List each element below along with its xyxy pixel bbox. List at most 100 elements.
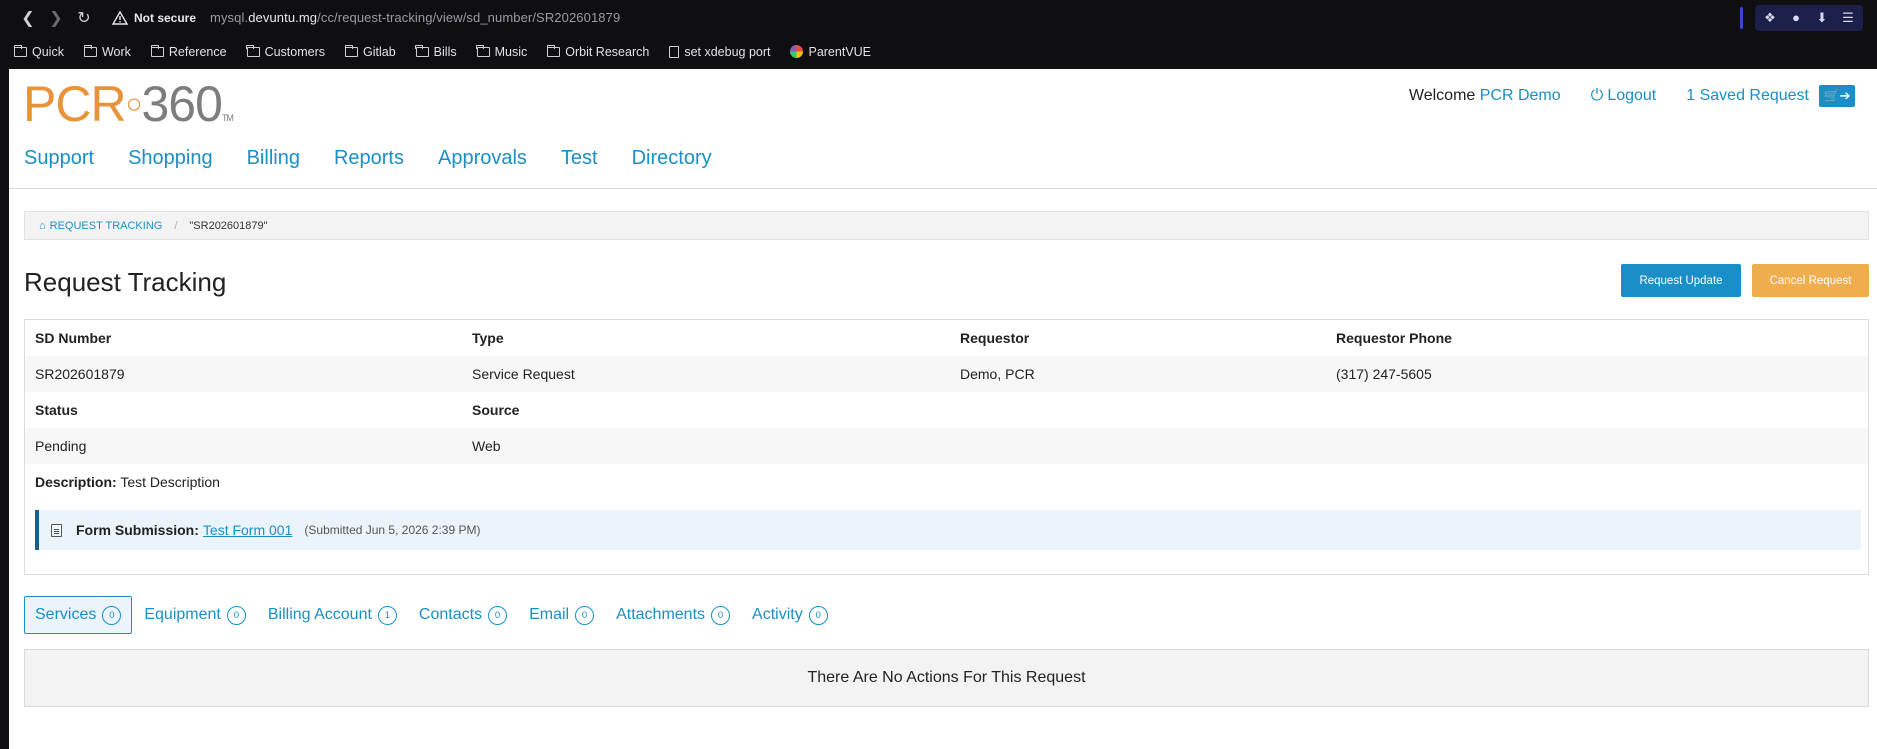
actions-panel: There Are No Actions For This Request bbox=[24, 649, 1869, 707]
nav-reports[interactable]: Reports bbox=[334, 147, 404, 170]
saved-request-link[interactable]: 1 Saved Request bbox=[1686, 87, 1809, 105]
value-type: Service Request bbox=[472, 366, 575, 382]
bookmark-label: Bills bbox=[433, 44, 457, 59]
url-path: /cc/request-tracking/view/sd_number/SR20… bbox=[317, 10, 621, 25]
count-badge: 0 bbox=[711, 605, 731, 625]
tab-label: Email bbox=[529, 606, 570, 623]
back-button[interactable]: ❮ bbox=[14, 4, 42, 32]
bookmark-parentvue[interactable]: ParentVUE bbox=[790, 45, 871, 59]
count-badge: 0 bbox=[808, 605, 828, 625]
folder-icon bbox=[476, 44, 490, 57]
count-badge: 1 bbox=[377, 605, 397, 625]
tab-billing-account[interactable]: Billing Account 1 bbox=[258, 596, 407, 634]
profile-icon[interactable]: ● bbox=[1785, 7, 1807, 29]
description-text: Description: Test Description bbox=[35, 474, 220, 490]
bookmark-work[interactable]: Work bbox=[83, 44, 131, 59]
nav-test[interactable]: Test bbox=[561, 147, 598, 170]
browser-toolbar: ❮ ❯ ↻ Not secure mysql.devuntu.mg/cc/req… bbox=[0, 0, 1877, 35]
nav-directory[interactable]: Directory bbox=[632, 147, 712, 170]
tab-label: Billing Account bbox=[267, 606, 372, 623]
request-tabs: Services 0 Equipment 0 Billing Account 1 Co… bbox=[24, 596, 840, 634]
nav-support[interactable]: Support bbox=[24, 147, 94, 170]
folder-icon bbox=[546, 44, 561, 57]
tab-attachments[interactable]: Attachments 0 bbox=[606, 596, 740, 634]
bookmark-bills[interactable]: Bills bbox=[415, 44, 457, 59]
title-row: Request Tracking Request Update Cancel R… bbox=[24, 264, 1869, 304]
description-value: Test Description bbox=[120, 474, 220, 490]
label-requestor-phone: Requestor Phone bbox=[1336, 330, 1452, 346]
home-icon: ⌂ bbox=[39, 219, 46, 232]
welcome-text: Welcome PCR Demo bbox=[1409, 87, 1561, 105]
logo-number: 360 bbox=[141, 76, 223, 132]
tab-label: Services bbox=[35, 606, 97, 623]
form-link[interactable]: Test Form 001 bbox=[203, 522, 292, 538]
bookmark-orbit-research[interactable]: Orbit Research bbox=[546, 44, 650, 59]
count-badge: 0 bbox=[488, 605, 508, 625]
tab-contacts[interactable]: Contacts 0 bbox=[409, 596, 517, 634]
bookmark-set-xdebug-port[interactable]: set xdebug port bbox=[669, 45, 770, 59]
logo-dot-icon: ○ bbox=[125, 88, 143, 119]
breadcrumb-request-tracking[interactable]: ⌂ REQUEST TRACKING bbox=[39, 220, 162, 232]
count-badge: 0 bbox=[226, 605, 246, 625]
bookmark-label: Work bbox=[101, 44, 131, 59]
extensions-puzzle-icon[interactable]: ❖ bbox=[1759, 7, 1781, 29]
site-header: PCR○360TM Welcome PCR Demo ⏻ Logout 1 Sav… bbox=[9, 69, 1877, 189]
file-icon bbox=[669, 45, 680, 58]
forward-button[interactable]: ❯ bbox=[42, 4, 70, 32]
bookmark-label: set xdebug port bbox=[684, 44, 771, 59]
request-update-button[interactable]: Request Update bbox=[1621, 264, 1741, 297]
value-status: Pending bbox=[35, 438, 87, 454]
form-submitted-date: (Submitted Jun 5, 2026 2:39 PM) bbox=[304, 523, 481, 537]
cancel-request-button[interactable]: Cancel Request bbox=[1752, 264, 1869, 297]
tab-activity[interactable]: Activity 0 bbox=[742, 596, 838, 634]
folder-icon bbox=[13, 44, 27, 57]
tab-equipment[interactable]: Equipment 0 bbox=[134, 596, 256, 634]
cart-arrow-icon[interactable]: 🛒➔ bbox=[1819, 85, 1855, 107]
bookmarks-bar: Quick Work Reference Customers Gitlab Bi… bbox=[0, 35, 1877, 68]
bookmark-customers[interactable]: Customers bbox=[246, 44, 325, 59]
label-type: Type bbox=[472, 330, 504, 346]
bookmark-reference[interactable]: Reference bbox=[150, 44, 227, 59]
bookmark-quick[interactable]: Quick bbox=[13, 44, 64, 59]
label-sd-number: SD Number bbox=[35, 330, 112, 346]
label-requestor: Requestor bbox=[960, 330, 1030, 346]
security-indicator[interactable]: Not secure bbox=[112, 10, 196, 25]
page-content: PCR○360TM Welcome PCR Demo ⏻ Logout 1 Sav… bbox=[9, 69, 1877, 749]
bookmark-label: Orbit Research bbox=[565, 44, 650, 59]
nav-shopping[interactable]: Shopping bbox=[128, 147, 213, 170]
tab-label: Attachments bbox=[616, 606, 706, 623]
request-details-panel: SD Number Type Requestor Requestor Phone… bbox=[24, 319, 1869, 575]
menu-icon[interactable]: ☰ bbox=[1837, 7, 1859, 29]
tab-services[interactable]: Services 0 bbox=[24, 596, 133, 634]
address-bar[interactable]: mysql.devuntu.mg/cc/request-tracking/vie… bbox=[210, 10, 620, 25]
download-icon[interactable]: ⬇ bbox=[1811, 7, 1833, 29]
logout-label: Logout bbox=[1607, 87, 1657, 104]
bookmark-label: Quick bbox=[32, 44, 64, 59]
url-prefix: mysql. bbox=[210, 10, 249, 25]
tab-label: Activity bbox=[752, 606, 803, 623]
logout-link[interactable]: ⏻ Logout bbox=[1591, 87, 1657, 105]
url-host: devuntu.mg bbox=[248, 10, 318, 25]
user-name-link[interactable]: PCR Demo bbox=[1480, 87, 1561, 104]
tab-label: Contacts bbox=[418, 606, 483, 623]
pcr360-logo[interactable]: PCR○360TM bbox=[23, 76, 234, 132]
tab-email[interactable]: Email 0 bbox=[519, 596, 604, 634]
tab-label: Equipment bbox=[144, 606, 221, 623]
power-icon: ⏻ bbox=[1590, 87, 1604, 104]
breadcrumb-current: "SR202601879" bbox=[189, 219, 268, 232]
bookmark-label: Music bbox=[494, 44, 528, 59]
bookmark-label: ParentVUE bbox=[808, 44, 872, 59]
extension-buttons: ❖ ● ⬇ ☰ bbox=[1755, 4, 1863, 31]
description-row: Description: Test Description bbox=[25, 464, 1868, 500]
details-value-row: SR202601879 Service Request Demo, PCR (3… bbox=[25, 356, 1868, 392]
bookmark-label: Gitlab bbox=[363, 44, 396, 59]
nav-billing[interactable]: Billing bbox=[247, 147, 300, 170]
breadcrumb-separator: / bbox=[174, 219, 178, 232]
bookmark-music[interactable]: Music bbox=[476, 44, 528, 59]
nav-approvals[interactable]: Approvals bbox=[438, 147, 527, 170]
bookmark-gitlab[interactable]: Gitlab bbox=[344, 44, 396, 59]
reload-button[interactable]: ↻ bbox=[70, 4, 98, 32]
folder-icon bbox=[246, 44, 260, 57]
details-value-row: Pending Web bbox=[25, 428, 1868, 464]
extensions-area: ❖ ● ⬇ ☰ bbox=[1740, 4, 1863, 31]
